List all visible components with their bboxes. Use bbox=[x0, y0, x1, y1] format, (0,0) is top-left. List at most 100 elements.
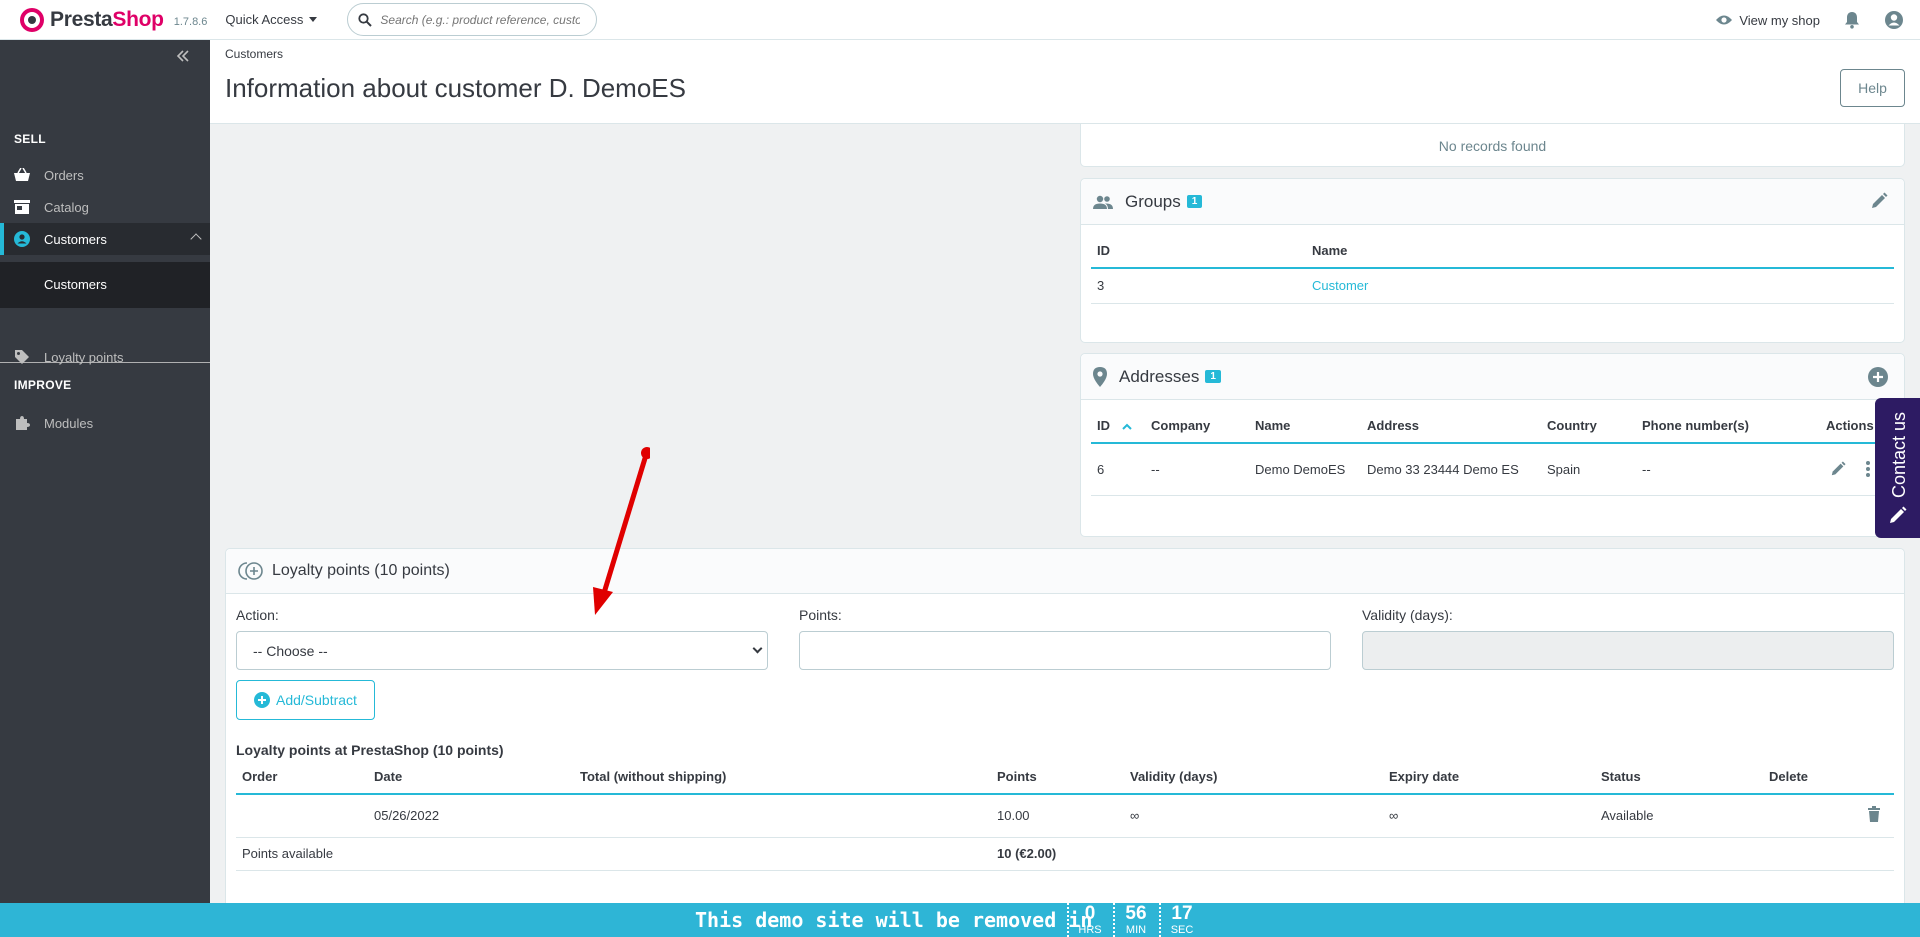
loyalty-order bbox=[236, 794, 368, 838]
sidebar: SELL Orders Catalog Customers Customers … bbox=[0, 40, 210, 903]
points-input[interactable] bbox=[799, 631, 1331, 670]
column-header-id[interactable]: ID bbox=[1091, 408, 1145, 444]
points-label: Points: bbox=[799, 607, 842, 623]
search-icon bbox=[358, 12, 373, 27]
groups-table: ID Name 3 Customer bbox=[1091, 233, 1894, 304]
edit-groups-pencil-icon[interactable] bbox=[1870, 192, 1888, 210]
timer-minutes-value: 56 bbox=[1125, 903, 1147, 924]
search-input[interactable] bbox=[380, 12, 581, 27]
sidebar-item-label: Orders bbox=[44, 167, 84, 183]
points-available-label: Points available bbox=[236, 837, 991, 871]
loyalty-card-header: Loyalty points (10 points) bbox=[226, 549, 1904, 594]
sidebar-item-modules[interactable]: Modules bbox=[0, 407, 210, 439]
table-row: 3 Customer bbox=[1091, 268, 1894, 304]
puzzle-icon bbox=[14, 415, 30, 431]
column-header-points: Points bbox=[991, 759, 1124, 795]
addresses-table: ID Company Name Address Country Phone nu… bbox=[1091, 408, 1894, 496]
column-header-address: Address bbox=[1361, 408, 1541, 444]
points-available-row: Points available 10 (€2.00) bbox=[236, 837, 1894, 871]
timer-seconds: 17 SEC bbox=[1159, 903, 1203, 937]
search-box[interactable] bbox=[347, 3, 598, 36]
column-header-status: Status bbox=[1595, 759, 1763, 795]
caret-down-icon bbox=[309, 17, 318, 22]
addresses-count-badge: 1 bbox=[1205, 370, 1221, 383]
groups-card: Groups 1 ID Name 3 Customer bbox=[1080, 178, 1905, 343]
user-account-icon[interactable] bbox=[1884, 10, 1904, 30]
top-header: PrestaShop 1.7.8.6 Quick Access View my … bbox=[0, 0, 1920, 40]
breadcrumb[interactable]: Customers bbox=[225, 47, 283, 61]
column-header-id: ID bbox=[1091, 233, 1306, 269]
add-address-plus-icon[interactable] bbox=[1868, 367, 1888, 387]
chevron-up-icon bbox=[190, 233, 202, 245]
groups-title: Groups bbox=[1125, 191, 1181, 211]
loyalty-status: Available bbox=[1595, 794, 1763, 838]
timer-minutes-unit: MIN bbox=[1125, 924, 1147, 936]
contact-us-tab[interactable]: Contact us bbox=[1875, 398, 1920, 538]
sidebar-item-catalog[interactable]: Catalog bbox=[0, 191, 210, 223]
page-title: Information about customer D. DemoES bbox=[225, 73, 686, 103]
view-my-shop-link[interactable]: View my shop bbox=[1715, 13, 1820, 28]
column-header-date: Date bbox=[368, 759, 574, 795]
prestashop-logo[interactable]: PrestaShop 1.7.8.6 bbox=[20, 7, 208, 32]
column-header-id-label: ID bbox=[1097, 417, 1110, 433]
column-header-company: Company bbox=[1145, 408, 1249, 444]
trash-icon[interactable] bbox=[1868, 806, 1880, 823]
quick-access-label: Quick Access bbox=[225, 12, 304, 27]
sidebar-item-orders[interactable]: Orders bbox=[0, 159, 210, 191]
addresses-card-header: Addresses 1 bbox=[1081, 354, 1904, 400]
quick-access-dropdown[interactable]: Quick Access bbox=[225, 12, 318, 27]
group-id: 3 bbox=[1091, 268, 1306, 304]
column-header-delete: Delete bbox=[1763, 759, 1894, 795]
edit-address-pencil-icon[interactable] bbox=[1830, 461, 1846, 477]
view-my-shop-label: View my shop bbox=[1739, 12, 1820, 28]
groups-count-badge: 1 bbox=[1186, 195, 1203, 208]
timer-hours: 0 HRS bbox=[1067, 903, 1111, 937]
sidebar-item-customers[interactable]: Customers bbox=[0, 223, 210, 255]
timer-hours-value: 0 bbox=[1084, 903, 1096, 924]
group-name-link[interactable]: Customer bbox=[1312, 278, 1368, 293]
timer-minutes: 56 MIN bbox=[1113, 903, 1157, 937]
timer-hours-unit: HRS bbox=[1078, 924, 1102, 936]
address-id: 6 bbox=[1091, 443, 1145, 496]
customers-submenu: Customers bbox=[0, 262, 210, 308]
no-records-message: No records found bbox=[1080, 124, 1905, 167]
action-label: Action: bbox=[236, 607, 279, 623]
sort-chevron-up-icon bbox=[1121, 423, 1132, 430]
help-button[interactable]: Help bbox=[1840, 69, 1905, 107]
column-header-phone: Phone number(s) bbox=[1636, 408, 1820, 444]
loyalty-points: 10.00 bbox=[991, 794, 1124, 838]
groups-card-header: Groups 1 bbox=[1081, 179, 1904, 225]
loyalty-date: 05/26/2022 bbox=[368, 794, 574, 838]
submenu-item-customers[interactable]: Customers bbox=[44, 277, 107, 292]
loyalty-total bbox=[574, 794, 991, 838]
sidebar-item-loyalty-points[interactable]: Loyalty points bbox=[0, 341, 210, 373]
column-header-total: Total (without shipping) bbox=[574, 759, 991, 795]
demo-banner-text: This demo site will be removed in bbox=[695, 908, 1093, 932]
add-subtract-button[interactable]: Add/Subtract bbox=[236, 680, 375, 720]
prestashop-logo-icon bbox=[20, 7, 44, 32]
version-label: 1.7.8.6 bbox=[173, 16, 208, 28]
validity-label: Validity (days): bbox=[1362, 607, 1453, 623]
addresses-card: Addresses 1 ID Company Name Address Coun… bbox=[1080, 353, 1905, 537]
loyalty-validity: ∞ bbox=[1124, 794, 1383, 838]
bell-icon[interactable] bbox=[1844, 11, 1860, 29]
loyalty-history-table: Order Date Total (without shipping) Poin… bbox=[236, 759, 1894, 871]
points-available-value: 10 (€2.00) bbox=[991, 837, 1894, 871]
column-header-country: Country bbox=[1541, 408, 1636, 444]
loyalty-add-circle-icon bbox=[238, 562, 263, 580]
page-header: Customers Information about customer D. … bbox=[210, 40, 1920, 124]
address-name: Demo DemoES bbox=[1249, 443, 1361, 496]
eye-icon bbox=[1716, 15, 1733, 25]
more-actions-kebab-icon[interactable] bbox=[1866, 461, 1870, 478]
table-row: 05/26/2022 10.00 ∞ ∞ Available bbox=[236, 794, 1894, 838]
address-text: Demo 33 23444 Demo ES bbox=[1361, 443, 1541, 496]
collapse-sidebar-icon[interactable] bbox=[176, 50, 190, 62]
address-phone: -- bbox=[1636, 443, 1820, 496]
loyalty-delete-cell bbox=[1763, 794, 1894, 838]
pencil-icon bbox=[1889, 506, 1907, 524]
action-select[interactable]: -- Choose -- bbox=[236, 631, 768, 670]
table-row: 6 -- Demo DemoES Demo 33 23444 Demo ES S… bbox=[1091, 443, 1894, 496]
logo-text: PrestaShop bbox=[50, 7, 164, 31]
validity-input bbox=[1362, 631, 1894, 670]
sidebar-divider bbox=[0, 362, 210, 363]
